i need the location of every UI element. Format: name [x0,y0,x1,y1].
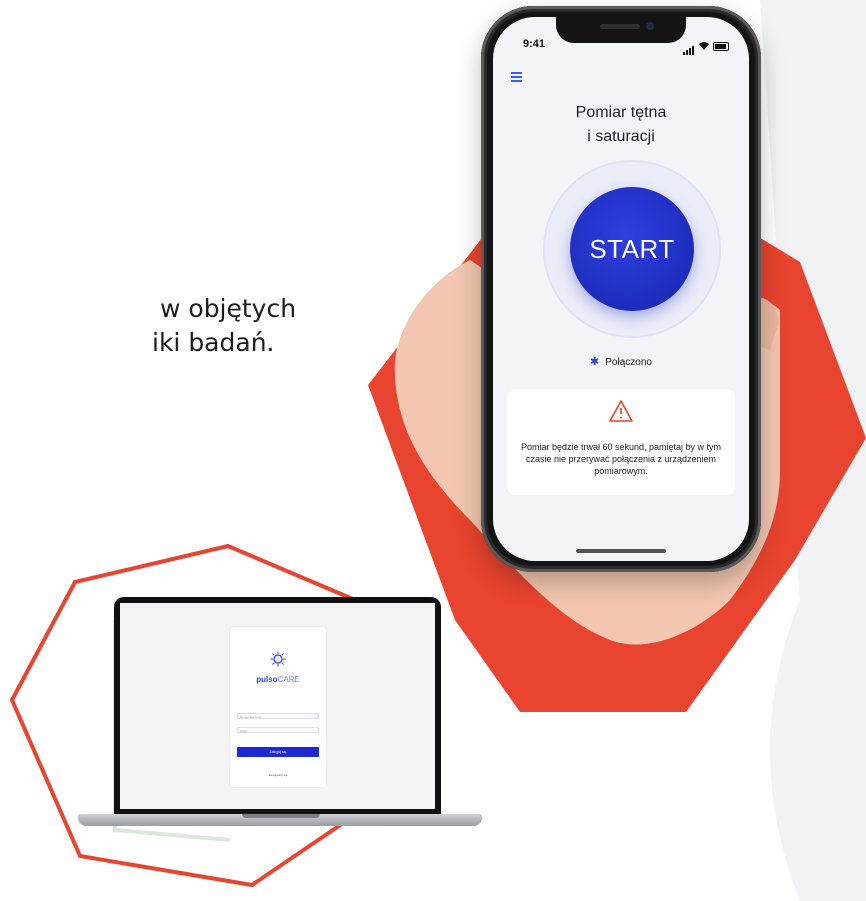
screen-title: Pomiar tętna i saturacji [493,101,749,149]
laptop-hinge-notch [242,814,320,818]
signal-icon [683,37,695,55]
hamburger-menu-icon[interactable] [511,72,522,84]
camera-icon [646,22,654,30]
virus-logo-icon [270,651,286,667]
smartphone: 9:41 Pomiar tętna i saturacji START ✱ Poł… [481,6,761,572]
register-link[interactable]: Zarejestruj się [230,773,326,777]
warning-text: Pomiar będzie trwał 60 sekund, pamiętaj … [520,442,722,476]
connection-status-label: Połączono [605,357,652,368]
status-icons [683,37,729,55]
warning-triangle-icon [609,400,633,422]
login-button[interactable]: Zaloguj się [237,747,319,757]
warning-card: Pomiar będzie trwał 60 sekund, pamiętaj … [507,389,735,495]
connection-status: ✱ Połączono [493,355,749,368]
brand-name-part2: CARE [277,675,300,684]
status-time: 9:41 [523,38,546,50]
login-card: pulsoCARE Numer telefonu Hasło Zaloguj s… [230,627,326,787]
home-indicator [576,549,666,553]
screen-title-line2: i saturacji [587,128,655,145]
brand-logo: pulsoCARE [230,675,326,684]
bluetooth-icon: ✱ [590,356,600,368]
phone-screen: 9:41 Pomiar tętna i saturacji START ✱ Poł… [493,17,749,561]
screen-title-line1: Pomiar tętna [575,104,667,121]
phone-notch [556,17,686,43]
speaker-icon [600,24,640,29]
laptop: pulsoCARE Numer telefonu Hasło Zaloguj s… [114,597,441,815]
start-button[interactable]: START [570,187,694,311]
battery-icon [713,41,729,51]
laptop-display: pulsoCARE Numer telefonu Hasło Zaloguj s… [120,603,435,809]
wifi-icon [699,42,709,50]
brand-name-part1: pulso [256,675,278,684]
phone-number-input[interactable]: Numer telefonu [237,713,319,719]
password-input[interactable]: Hasło [237,727,319,733]
